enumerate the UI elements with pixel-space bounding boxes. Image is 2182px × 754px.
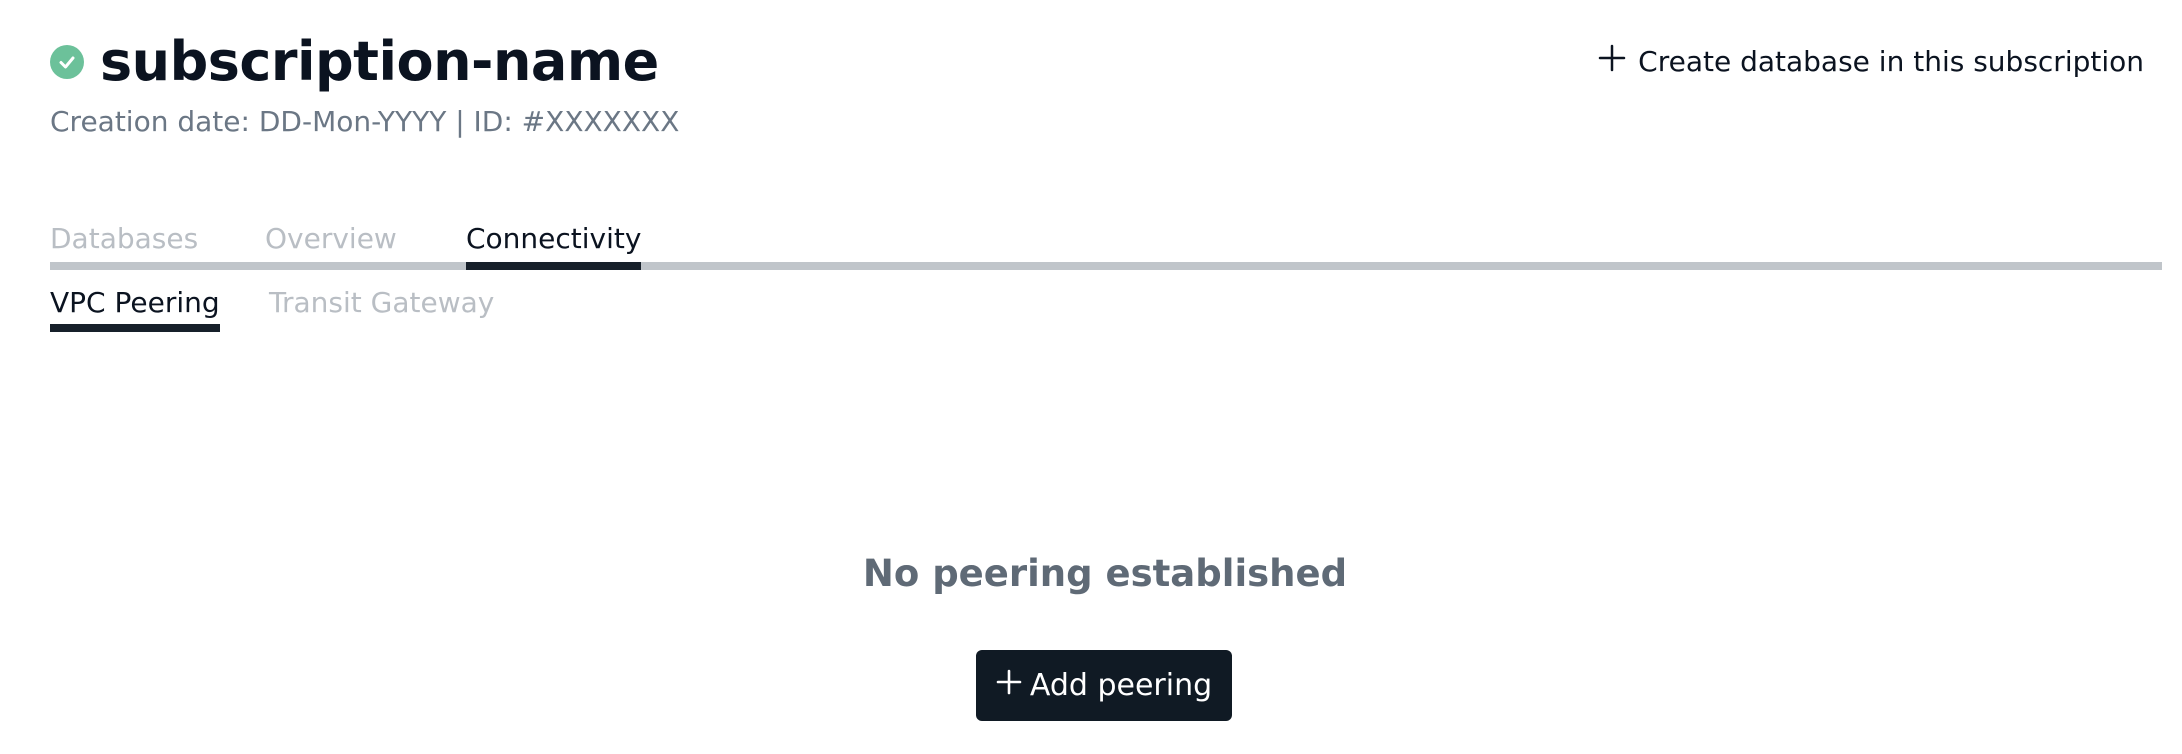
subtab-label: Transit Gateway [269,286,495,319]
plus-icon [996,668,1022,703]
check-icon [59,56,75,68]
add-peering-label: Add peering [1029,668,1213,703]
add-peering-button[interactable]: Add peering [976,650,1232,721]
active-tab-indicator [466,262,642,270]
tab-connectivity[interactable]: Connectivity [466,222,642,270]
tab-overview[interactable]: Overview [265,222,397,255]
page-header: subscription-name Creation date: DD-Mon-… [50,30,679,138]
create-database-button[interactable]: Create database in this subscription [1598,44,2144,79]
subtab-transit-gateway[interactable]: Transit Gateway [269,286,494,319]
create-database-label: Create database in this subscription [1638,45,2144,78]
main-tabs: Databases Overview Connectivity [50,222,2162,270]
tabs-divider [50,262,2162,270]
subtab-label: VPC Peering [50,286,220,319]
check-circle-icon [50,44,84,79]
tab-label: Overview [265,222,397,255]
title-row: subscription-name [50,30,679,93]
tab-databases[interactable]: Databases [50,222,198,255]
creation-date-and-id: Creation date: DD-Mon-YYYY | ID: #XXXXXX… [50,105,680,138]
subtab-vpc-peering[interactable]: VPC Peering [50,286,220,332]
subscription-meta: Creation date: DD-Mon-YYYY | ID: #XXXXXX… [50,105,679,138]
tab-label: Databases [50,222,199,255]
tab-label: Connectivity [466,222,642,255]
page-title: subscription-name [100,30,659,93]
plus-icon [1598,44,1626,79]
active-subtab-indicator [50,324,220,332]
empty-state-title: No peering established [862,552,1348,595]
